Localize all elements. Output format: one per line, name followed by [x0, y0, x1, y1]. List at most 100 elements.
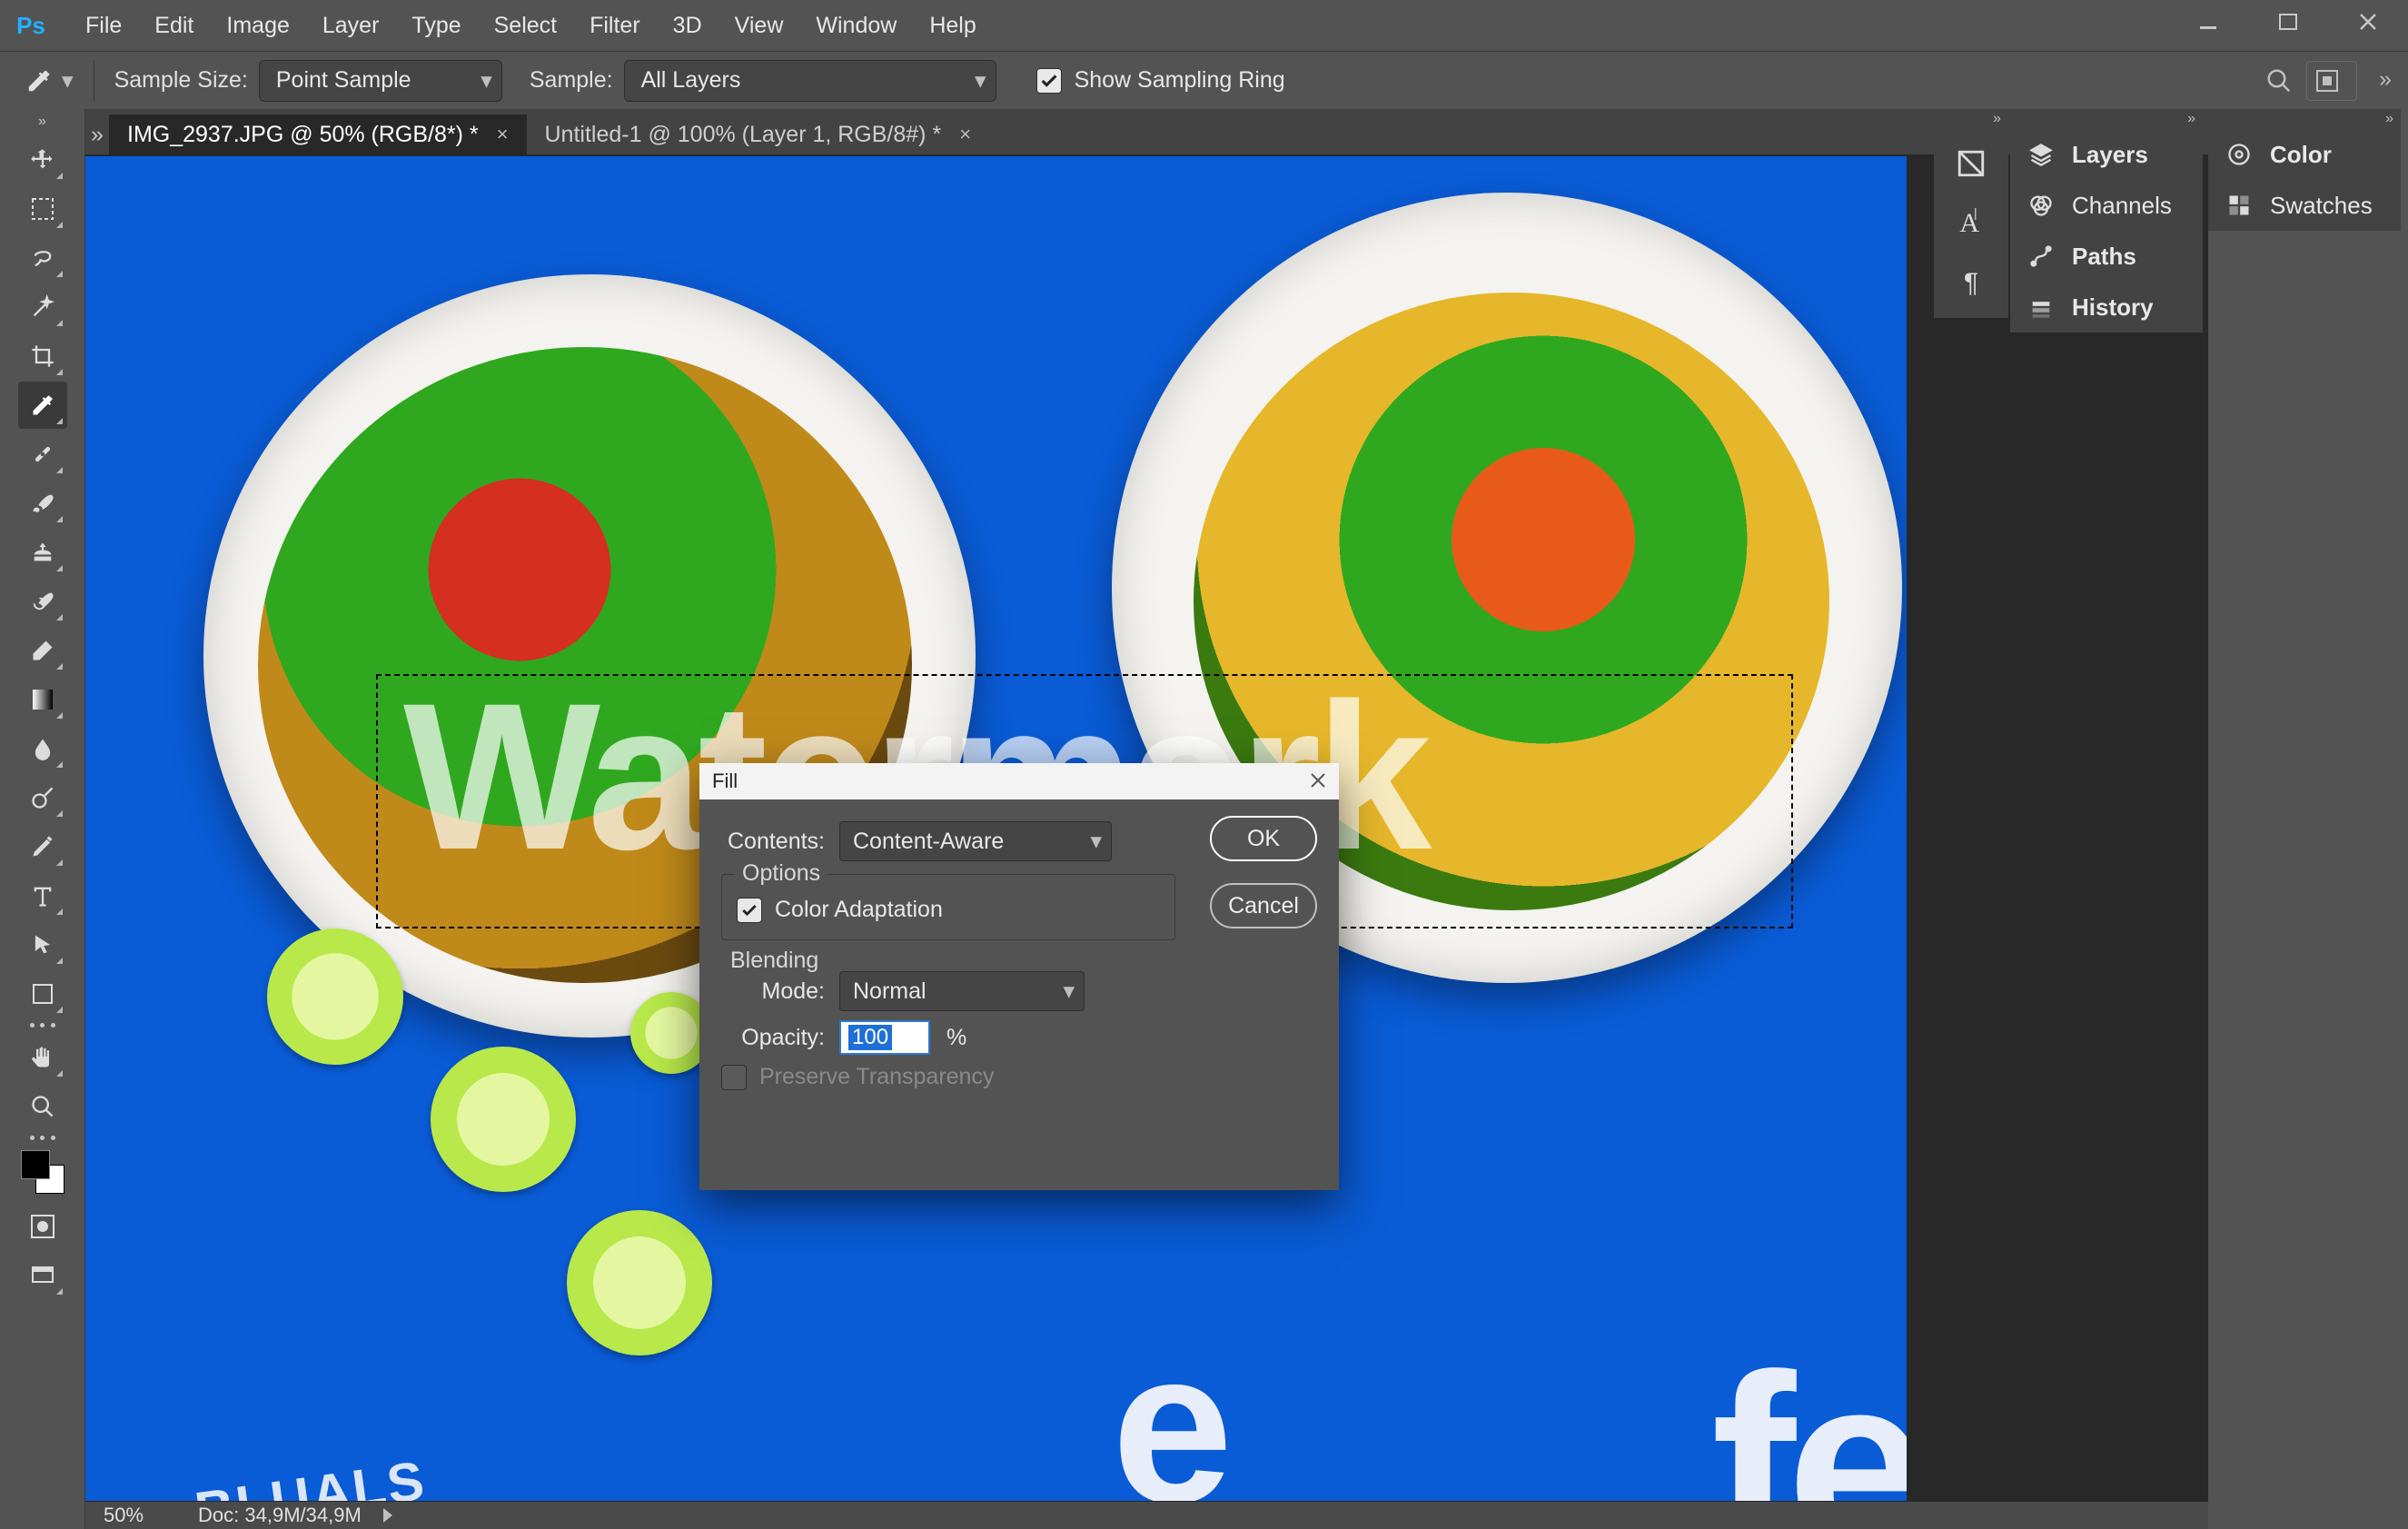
magic-wand-tool[interactable]	[18, 283, 67, 331]
quick-mask-tool[interactable]	[18, 1203, 67, 1250]
sample-label: Sample:	[530, 67, 613, 94]
collapse-panels-icon[interactable]: »	[2010, 109, 2203, 129]
panel-icon-paragraph[interactable]: ¶	[1946, 258, 1997, 309]
pen-tool[interactable]	[18, 823, 67, 870]
collapse-panels-icon[interactable]: »	[1934, 109, 2008, 129]
mode-label: Mode:	[721, 978, 839, 1005]
path-select-tool[interactable]	[18, 921, 67, 968]
menu-edit[interactable]: Edit	[138, 0, 210, 51]
menu-filter[interactable]: Filter	[573, 0, 657, 51]
tool-group-separator	[30, 1136, 55, 1141]
sample-size-label: Sample Size:	[114, 67, 248, 94]
mode-select[interactable]: Normal ▾	[839, 971, 1085, 1011]
menu-file[interactable]: File	[69, 0, 138, 51]
brush-tool[interactable]	[18, 480, 67, 527]
dialog-titlebar[interactable]: Fill	[699, 763, 1339, 799]
expand-tabs-icon[interactable]: »	[85, 114, 109, 154]
chevron-down-icon: ▾	[481, 67, 492, 94]
zoom-tool[interactable]	[18, 1083, 67, 1130]
panel-icon-styles[interactable]	[1946, 138, 1997, 189]
screen-mode-button[interactable]	[2306, 61, 2357, 101]
color-icon	[2225, 140, 2254, 169]
panel-color[interactable]: Color	[2208, 129, 2401, 180]
fill-dialog: Fill OK Cancel Contents: Content-Aware ▾…	[699, 763, 1339, 1190]
blending-legend: Blending	[723, 948, 826, 974]
search-icon[interactable]	[2259, 61, 2299, 101]
sample-layers-select[interactable]: All Layers ▾	[624, 60, 996, 102]
toolbox: »	[0, 109, 85, 1529]
panel-history[interactable]: History	[2010, 282, 2203, 333]
preserve-transparency-label: Preserve Transparency	[759, 1064, 994, 1090]
dodge-tool[interactable]	[18, 774, 67, 821]
menu-help[interactable]: Help	[913, 0, 992, 51]
options-overflow-caret[interactable]: »	[2379, 66, 2392, 93]
lime-slice	[267, 928, 403, 1065]
panel-label: Layers	[2072, 141, 2148, 169]
close-icon[interactable]: ×	[959, 123, 971, 146]
menu-layer[interactable]: Layer	[306, 0, 396, 51]
lasso-tool[interactable]	[18, 234, 67, 282]
contents-select[interactable]: Content-Aware ▾	[839, 821, 1112, 861]
chevron-down-icon: ▾	[975, 67, 986, 94]
dialog-title: Fill	[712, 769, 738, 793]
panel-paths[interactable]: Paths	[2010, 231, 2203, 282]
eraser-tool[interactable]	[18, 627, 67, 674]
opacity-input[interactable]: 100	[839, 1020, 930, 1055]
lime-slice	[567, 1210, 712, 1355]
hand-tool[interactable]	[18, 1034, 67, 1081]
options-bar: ▾ Sample Size: Point Sample ▾ Sample: Al…	[0, 51, 2408, 109]
gradient-tool[interactable]	[18, 676, 67, 723]
tab-active[interactable]: IMG_2937.JPG @ 50% (RGB/8*) * ×	[109, 114, 527, 154]
panel-dock-right: » Color Swatches	[2208, 109, 2401, 231]
tool-preset-caret[interactable]: ▾	[62, 67, 74, 94]
tool-group-separator	[30, 1023, 55, 1028]
cancel-button[interactable]: Cancel	[1210, 883, 1317, 928]
shape-tool[interactable]	[18, 970, 67, 1018]
panel-label: Color	[2270, 141, 2332, 169]
zoom-level[interactable]: 50%	[104, 1504, 144, 1527]
move-tool[interactable]	[18, 136, 67, 184]
maximize-button[interactable]	[2248, 0, 2328, 44]
collapse-panels-icon[interactable]: »	[2208, 109, 2401, 129]
panel-icon-character[interactable]: A|	[1946, 198, 1997, 249]
rect-marquee-tool[interactable]	[18, 185, 67, 233]
active-tool-icon[interactable]	[22, 64, 56, 98]
panel-layers[interactable]: Layers	[2010, 129, 2203, 180]
color-swatches[interactable]	[21, 1150, 64, 1194]
eyedropper-tool[interactable]	[18, 382, 67, 429]
menu-select[interactable]: Select	[478, 0, 573, 51]
close-icon[interactable]	[1308, 770, 1330, 792]
color-adaptation-checkbox[interactable]	[737, 898, 762, 923]
panel-label: Paths	[2072, 243, 2136, 271]
status-bar: 50% Doc: 34,9M/34,9M	[85, 1502, 2208, 1529]
menu-image[interactable]: Image	[210, 0, 305, 51]
blur-tool[interactable]	[18, 725, 67, 772]
menu-type[interactable]: Type	[395, 0, 477, 51]
sample-size-select[interactable]: Point Sample ▾	[259, 60, 502, 102]
menu-window[interactable]: Window	[799, 0, 913, 51]
type-tool[interactable]	[18, 872, 67, 919]
menu-3d[interactable]: 3D	[657, 0, 718, 51]
paths-icon	[2026, 242, 2056, 271]
tab-inactive[interactable]: Untitled-1 @ 100% (Layer 1, RGB/8#) * ×	[527, 114, 990, 154]
crop-tool[interactable]	[18, 333, 67, 380]
panel-channels[interactable]: Channels	[2010, 180, 2203, 231]
expand-toolbox-icon[interactable]: »	[0, 109, 84, 134]
close-button[interactable]	[2328, 0, 2408, 44]
contents-value: Content-Aware	[853, 829, 1004, 855]
screen-mode-tool[interactable]	[18, 1252, 67, 1299]
layers-icon	[2026, 140, 2056, 169]
doc-size[interactable]: Doc: 34,9M/34,9M	[198, 1504, 362, 1527]
status-flyout-icon[interactable]	[383, 1508, 392, 1523]
clone-stamp-tool[interactable]	[18, 529, 67, 576]
bg-text: e	[1112, 1301, 1233, 1501]
ok-button[interactable]: OK	[1210, 816, 1317, 861]
spot-heal-tool[interactable]	[18, 431, 67, 478]
close-icon[interactable]: ×	[497, 123, 509, 146]
panel-swatches[interactable]: Swatches	[2208, 180, 2401, 231]
history-brush-tool[interactable]	[18, 578, 67, 625]
minimize-button[interactable]	[2168, 0, 2248, 44]
show-sampling-ring-checkbox[interactable]	[1036, 68, 1062, 94]
menu-view[interactable]: View	[718, 0, 800, 51]
chevron-down-icon: ▾	[1063, 978, 1075, 1005]
